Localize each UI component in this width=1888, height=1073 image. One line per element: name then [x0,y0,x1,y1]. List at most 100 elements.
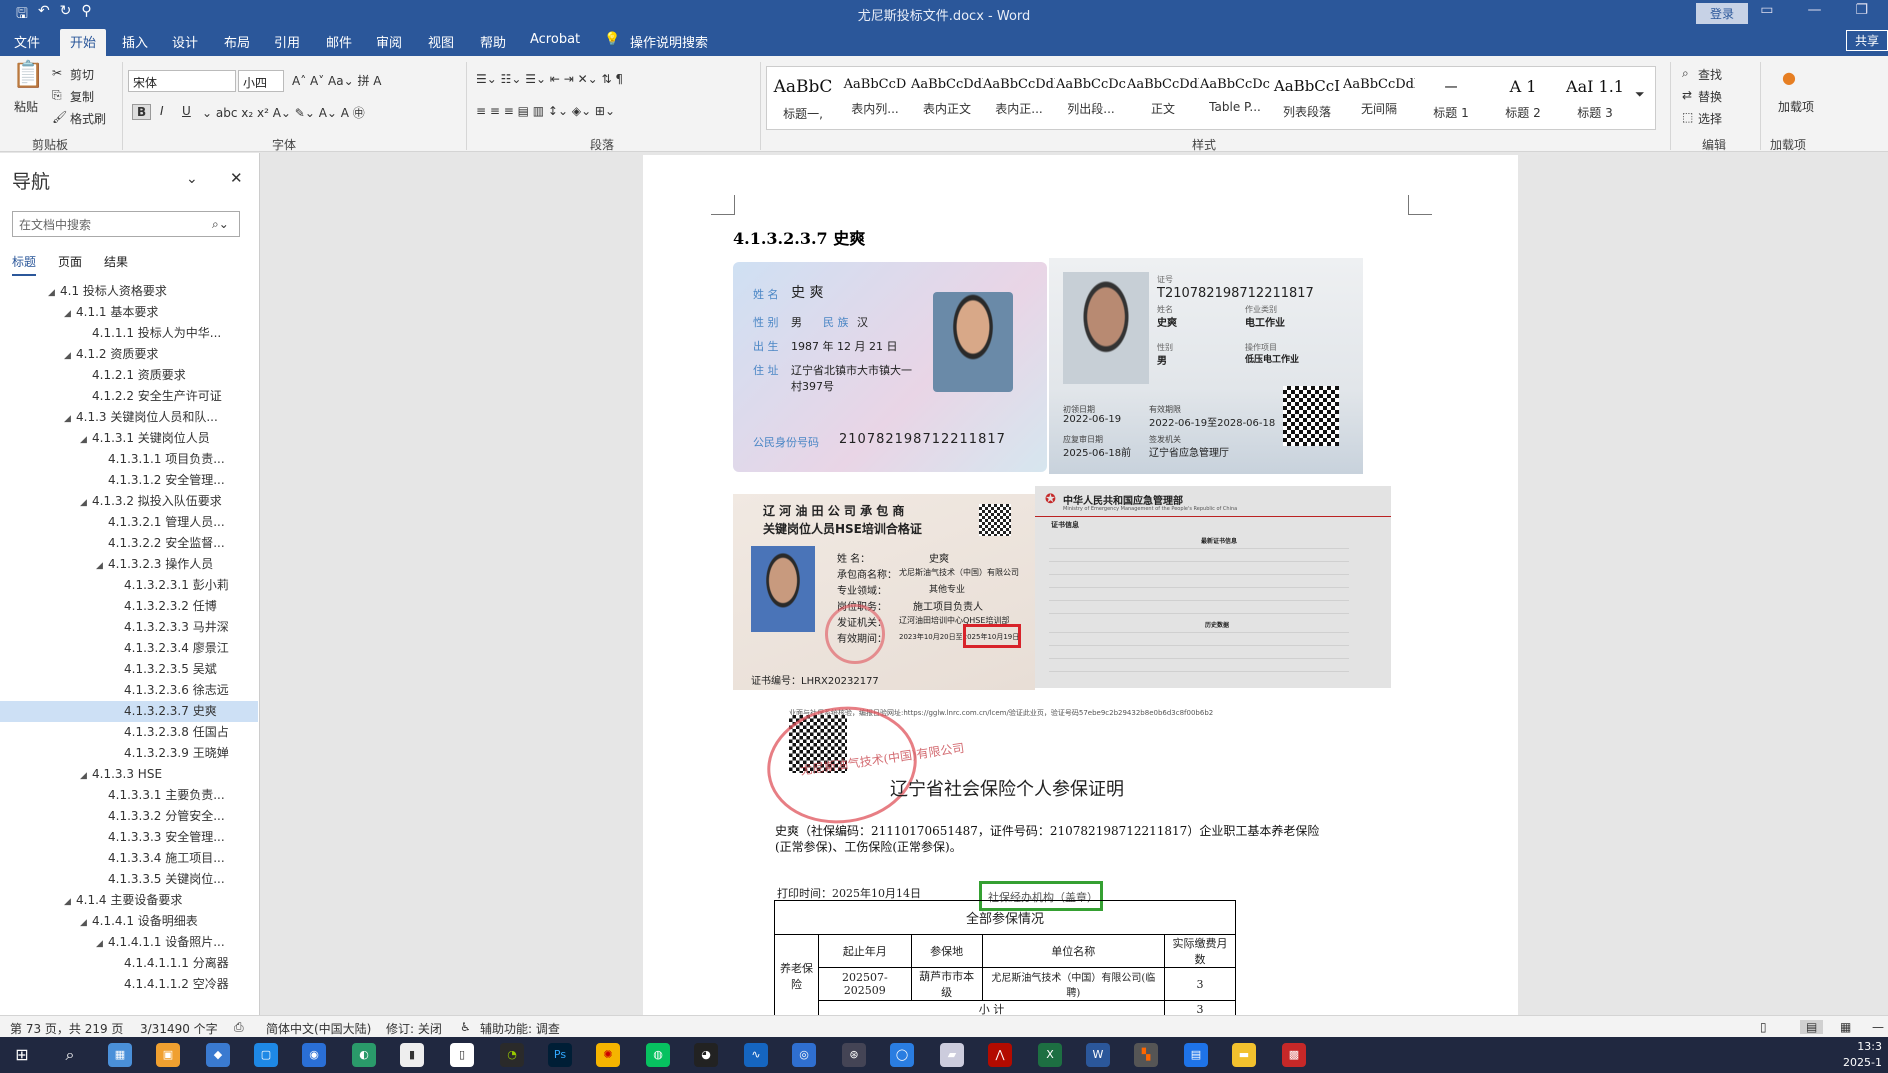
nav-heading-item[interactable]: 4.1.3.2.3.6 徐志远 [0,680,258,701]
nav-heading-item[interactable]: 4.1.4.1.1.2 空冷器 [0,974,258,995]
photoshop-icon[interactable]: Ps [548,1043,572,1067]
app-icon[interactable]: ◎ [792,1043,816,1067]
accessibility-status[interactable]: 辅助功能: 调查 [480,1020,560,1037]
nav-heading-item[interactable]: 4.1.3.3.2 分管安全... [0,806,258,827]
nav-heading-item[interactable]: 4.1.3.1.1 项目负责... [0,449,258,470]
style-item[interactable]: AaBbCcDdl 正文 [1127,67,1199,129]
font-size-select[interactable]: 小四 [238,70,284,92]
app-icon[interactable]: ▩ [1282,1043,1306,1067]
cut-icon[interactable]: ✂ [52,66,62,80]
app-icon[interactable]: ∿ [744,1043,768,1067]
styles-more-icon[interactable]: ⏷ [1635,87,1645,102]
style-item[interactable]: AaBbCcD 表内列... [839,67,911,129]
acrobat-icon[interactable]: ⋀ [988,1043,1012,1067]
nav-heading-item[interactable]: 4.1.3.3.1 主要负责... [0,785,258,806]
tab-review[interactable]: 审阅 [376,32,402,51]
collapse-triangle-icon[interactable]: ◢ [80,493,92,512]
paste-button[interactable]: 粘贴 [14,98,38,115]
nav-heading-item[interactable]: 4.1.3.2.3.1 彭小莉 [0,575,258,596]
nav-heading-item[interactable]: ◢ 4.1 投标人资格要求 [0,281,258,302]
qq-icon[interactable]: ◕ [694,1043,718,1067]
nav-heading-item[interactable]: 4.1.3.1.2 安全管理... [0,470,258,491]
collapse-triangle-icon[interactable]: ◢ [80,913,92,932]
nav-heading-item[interactable]: 4.1.4.1.1.1 分离器 [0,953,258,974]
find-button[interactable]: 查找 [1698,66,1722,83]
print-layout-icon[interactable]: ▤ [1800,1020,1824,1034]
nav-heading-item[interactable]: ◢ 4.1.3.2 拟投入队伍要求 [0,491,258,512]
nav-heading-item[interactable]: ◢ 4.1.1 基本要求 [0,302,258,323]
app-icon[interactable]: ◯ [890,1043,914,1067]
app-icon[interactable]: ◐ [352,1043,376,1067]
select-button[interactable]: 选择 [1698,110,1722,127]
nav-search-input[interactable]: 在文档中搜索 [12,211,240,237]
tab-file[interactable]: 文件 [14,32,40,51]
nav-heading-item[interactable]: 4.1.2.2 安全生产许可证 [0,386,258,407]
collapse-triangle-icon[interactable]: ◢ [64,409,76,428]
folder-icon[interactable]: ▬ [1232,1043,1256,1067]
nav-heading-item[interactable]: ◢ 4.1.4 主要设备要求 [0,890,258,911]
style-item[interactable]: AaBbCcDdl 表内正... [983,67,1055,129]
read-mode-icon[interactable]: ▯ [1760,1020,1767,1034]
system-clock[interactable]: 13:3 2025-1 [1843,1039,1882,1071]
tab-acrobat[interactable]: Acrobat [530,32,580,47]
collapse-triangle-icon[interactable]: ◢ [64,892,76,911]
zoom-slider[interactable]: — [1872,1020,1884,1034]
style-item[interactable]: AaBbCcDdl 表内正文 [911,67,983,129]
track-changes[interactable]: 修订: 关闭 [386,1020,442,1037]
login-button[interactable]: 登录 [1695,3,1748,24]
tab-view[interactable]: 视图 [428,32,454,51]
style-item[interactable]: AaBbC 标题一, [767,67,839,129]
nav-heading-item[interactable]: ◢ 4.1.3.2.3 操作人员 [0,554,258,575]
file-icon[interactable]: ▮ [400,1043,424,1067]
collapse-triangle-icon[interactable]: ◢ [64,304,76,323]
app-icon[interactable]: ▰ [940,1043,964,1067]
nav-heading-item[interactable]: 4.1.3.3.4 施工项目... [0,848,258,869]
nav-heading-item[interactable]: 4.1.3.2.3.3 马井深 [0,617,258,638]
style-item[interactable]: 一标题 1 [1415,67,1487,129]
font-name-select[interactable]: 宋体 [128,70,236,92]
photos-icon[interactable]: ▣ [156,1043,180,1067]
nav-tab-headings[interactable]: 标题 [12,253,37,276]
store-icon[interactable]: ▢ [254,1043,278,1067]
format-painter-button[interactable]: 格式刷 [70,110,106,127]
nav-heading-item[interactable]: 4.1.3.2.3.5 吴斌 [0,659,258,680]
nav-heading-item[interactable]: 4.1.3.3.5 关键岗位... [0,869,258,890]
nav-tab-results[interactable]: 结果 [104,253,128,276]
language[interactable]: 简体中文(中国大陆) [266,1020,371,1037]
tell-me-search[interactable]: 操作说明搜索 [630,32,708,51]
bold-button[interactable]: B [132,104,152,120]
word-icon[interactable]: W [1086,1043,1110,1067]
tab-help[interactable]: 帮助 [480,32,506,51]
nav-heading-item[interactable]: 4.1.3.3.3 安全管理... [0,827,258,848]
document-icon[interactable]: ▯ [450,1043,474,1067]
nav-heading-item[interactable]: 4.1.3.2.3.2 任博 [0,596,258,617]
wechat-icon[interactable]: ◍ [646,1043,670,1067]
italic-button[interactable]: I [160,104,164,118]
nav-heading-item[interactable]: ◢ 4.1.2 资质要求 [0,344,258,365]
tab-insert[interactable]: 插入 [122,32,148,51]
grow-font-icon[interactable]: A˄ A˅ Aa⌄ 拼 A [292,72,382,89]
copy-icon[interactable]: ⎘ [52,88,62,103]
nav-heading-item[interactable]: 4.1.2.1 资质要求 [0,365,258,386]
collapse-triangle-icon[interactable]: ◢ [64,346,76,365]
ribbon-display-icon[interactable]: ▭ [1760,2,1773,18]
nav-heading-item[interactable]: ◢ 4.1.3.1 关键岗位人员 [0,428,258,449]
style-item[interactable]: AaBbCcDc 列出段... [1055,67,1127,129]
replace-icon[interactable]: ⇄ [1682,88,1692,102]
style-item[interactable]: AaBbCcDdl 无间隔 [1343,67,1415,129]
nav-heading-item[interactable]: 4.1.1.1 投标人为中华... [0,323,258,344]
copy-button[interactable]: 复制 [70,88,94,105]
style-item[interactable]: AaI 1.1 标题 3 [1559,67,1631,129]
nav-heading-item[interactable]: 4.1.3.2.3.9 王晓婵 [0,743,258,764]
nav-heading-item[interactable]: ◢ 4.1.3 关键岗位人员和队... [0,407,258,428]
replace-button[interactable]: 替换 [1698,88,1722,105]
page-count[interactable]: 第 73 页，共 219 页 [10,1020,123,1037]
alignment-icons[interactable]: ≡ ≡ ≡ ▤ ▥ ↕⌄ ◈⌄ ⊞⌄ [476,104,615,118]
collapse-triangle-icon[interactable]: ◢ [96,934,108,953]
app-icon[interactable]: ◆ [206,1043,230,1067]
paste-icon[interactable]: 📋 [12,60,44,90]
style-item[interactable]: AaBbCcDc Table P... [1199,67,1271,129]
nav-heading-item[interactable]: 4.1.3.2.3.7 史爽 [0,701,258,722]
tab-layout[interactable]: 布局 [224,32,250,51]
underline-button[interactable]: U [182,104,191,118]
